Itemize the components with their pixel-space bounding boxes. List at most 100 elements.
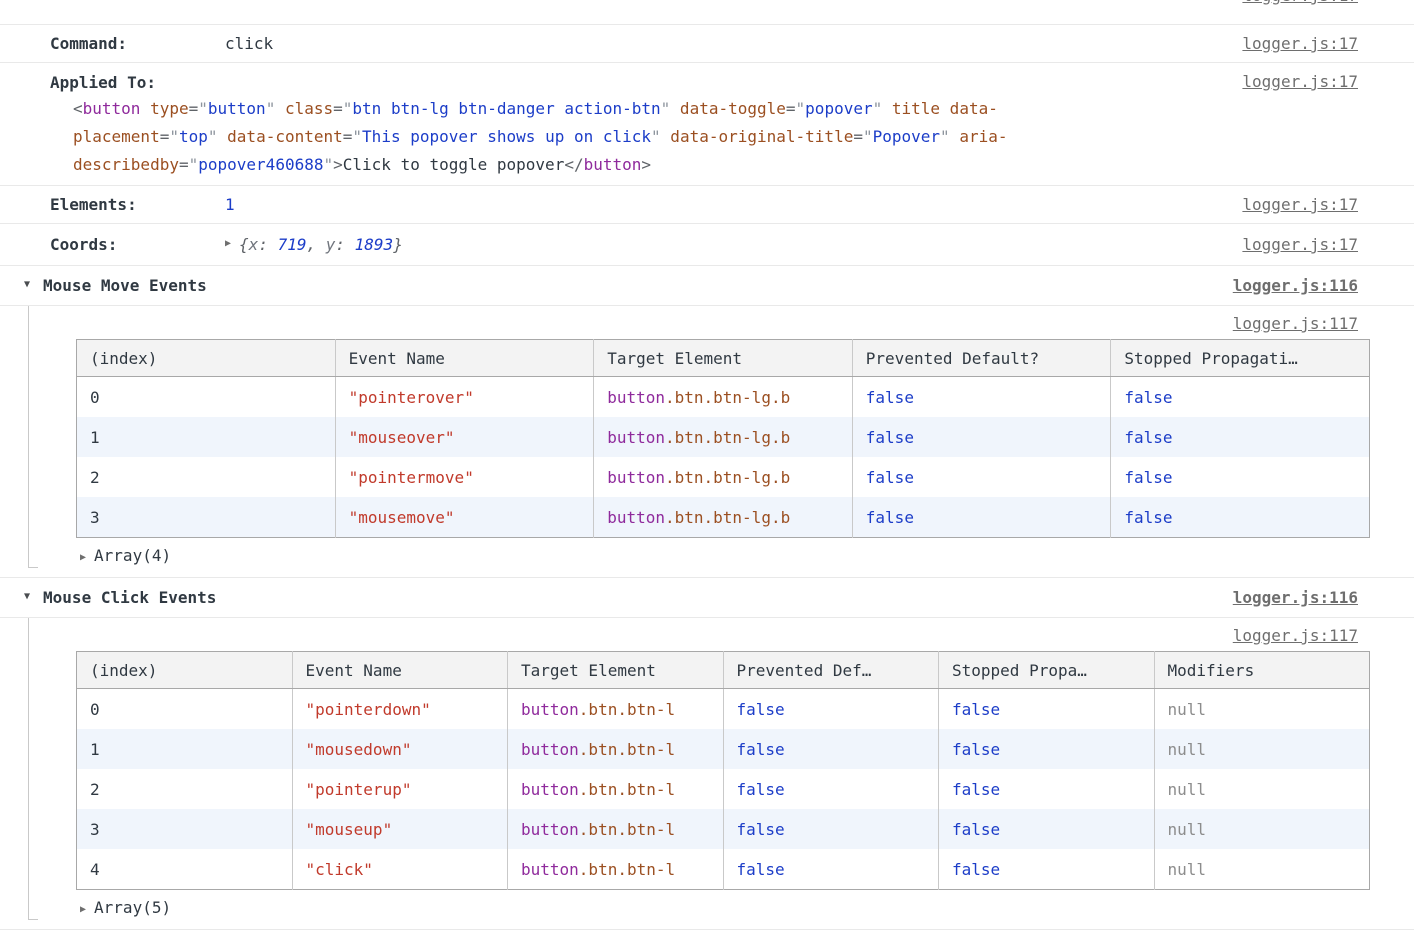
- column-header[interactable]: Target Element: [594, 340, 853, 377]
- element-classes: .btn.btn-l: [579, 780, 675, 799]
- source-link[interactable]: logger.js:117: [1233, 626, 1358, 645]
- column-header[interactable]: Prevented Def…: [723, 652, 939, 689]
- code-token: ": [873, 99, 883, 118]
- source-link[interactable]: logger.js:17: [1242, 194, 1358, 215]
- element-classes: .btn.btn-l: [579, 740, 675, 759]
- source-link[interactable]: logger.js:117: [1233, 314, 1358, 333]
- array-preview[interactable]: ▶ Array(5): [0, 890, 1414, 929]
- code-token: button: [208, 99, 266, 118]
- column-header[interactable]: Event Name: [335, 340, 594, 377]
- code-token: button: [584, 155, 642, 174]
- group-content-mouse-move: logger.js:117 (index)Event NameTarget El…: [0, 306, 1414, 578]
- element-tag: button: [607, 508, 665, 527]
- table-row: 2"pointermove"button.btn.btn-lg.bfalsefa…: [77, 457, 1370, 497]
- table-cell: null: [1154, 849, 1370, 890]
- elements-label: Elements:: [50, 194, 225, 215]
- array-preview-label: Array(5): [94, 898, 171, 917]
- table-cell: false: [939, 809, 1155, 849]
- cell-value: "pointermove": [349, 468, 474, 487]
- table-header-row: (index)Event NameTarget ElementPrevented…: [77, 652, 1370, 689]
- column-header[interactable]: (index): [77, 340, 336, 377]
- table-cell: null: [1154, 769, 1370, 809]
- column-header[interactable]: Stopped Propa…: [939, 652, 1155, 689]
- table-cell: 1: [77, 729, 293, 769]
- table-cell: false: [1111, 457, 1370, 497]
- element-classes: .btn.btn-l: [579, 820, 675, 839]
- code-token: ,: [306, 235, 325, 254]
- cell-value: 1: [90, 740, 100, 759]
- element-classes: .btn.btn-lg.b: [665, 428, 790, 447]
- table-cell: null: [1154, 729, 1370, 769]
- mouse-click-events-table: (index)Event NameTarget ElementPrevented…: [76, 651, 1370, 890]
- table-row: 0"pointerdown"button.btn.btn-lfalsefalse…: [77, 689, 1370, 730]
- table-cell: false: [723, 689, 939, 730]
- source-link[interactable]: logger.js:17: [1242, 234, 1358, 255]
- cell-value: "pointerover": [349, 388, 474, 407]
- code-token: :: [335, 235, 354, 254]
- source-link[interactable]: logger.js:116: [1233, 275, 1358, 296]
- column-header[interactable]: Stopped Propagati…: [1111, 340, 1370, 377]
- array-preview[interactable]: ▶ Array(4): [0, 538, 1414, 577]
- html-element-source[interactable]: <button type="button" class="btn btn-lg …: [73, 95, 1242, 179]
- code-token: =: [786, 99, 796, 118]
- group-header-mouse-move-events[interactable]: ▼ Mouse Move Events logger.js:116: [0, 266, 1414, 306]
- console-entry-elements: Elements: 1 logger.js:17: [0, 186, 1414, 224]
- cell-value: 3: [90, 820, 100, 839]
- table-cell: "mouseover": [335, 417, 594, 457]
- code-token: =: [333, 99, 343, 118]
- disclosure-triangle-icon[interactable]: ▶: [225, 233, 231, 254]
- element-classes: .btn.btn-l: [579, 700, 675, 719]
- table-cell: button.btn.btn-l: [508, 689, 724, 730]
- table-cell: 3: [77, 497, 336, 538]
- code-token: ": [189, 155, 199, 174]
- group-collapse-icon[interactable]: ▼: [24, 274, 30, 295]
- code-token: ": [343, 99, 353, 118]
- cell-value: "click": [306, 860, 373, 879]
- group-collapse-icon[interactable]: ▼: [24, 586, 30, 607]
- table-cell: 3: [77, 809, 293, 849]
- array-preview-label: Array(4): [94, 546, 171, 565]
- code-token: ": [796, 99, 806, 118]
- code-token: :: [258, 235, 277, 254]
- table-cell: false: [852, 457, 1111, 497]
- column-header[interactable]: Prevented Default?: [852, 340, 1111, 377]
- group-header-mouse-click-events[interactable]: ▼ Mouse Click Events logger.js:116: [0, 578, 1414, 618]
- cell-value: 4: [90, 860, 100, 879]
- cell-value: false: [737, 820, 785, 839]
- cell-value: false: [866, 428, 914, 447]
- code-token: =: [189, 99, 199, 118]
- cell-value: false: [737, 740, 785, 759]
- table-cell: button.btn.btn-lg.b: [594, 417, 853, 457]
- source-link[interactable]: logger.js:17: [1242, 71, 1358, 92]
- column-header[interactable]: Event Name: [292, 652, 508, 689]
- disclosure-triangle-icon[interactable]: ▶: [80, 547, 86, 568]
- cell-value: 2: [90, 780, 100, 799]
- table-cell: "mousedown": [292, 729, 508, 769]
- coords-object-preview[interactable]: {x: 719, y: 1893}: [239, 234, 403, 255]
- coords-label: Coords:: [50, 234, 225, 255]
- cell-value: "mousedown": [306, 740, 412, 759]
- cell-value: false: [1124, 388, 1172, 407]
- element-tag: button: [607, 468, 665, 487]
- code-token: ": [651, 127, 661, 146]
- code-token: ": [940, 127, 950, 146]
- code-token: data-content: [218, 127, 343, 146]
- column-header[interactable]: Target Element: [508, 652, 724, 689]
- table-row: 1"mouseover"button.btn.btn-lg.bfalsefals…: [77, 417, 1370, 457]
- source-link[interactable]: logger.js:17: [1242, 33, 1358, 54]
- code-token: data-original-title: [661, 127, 854, 146]
- cell-value: 0: [90, 700, 100, 719]
- group-indent-line: [28, 618, 29, 920]
- code-token: >: [333, 155, 343, 174]
- source-link[interactable]: logger.js:17: [1242, 0, 1358, 6]
- disclosure-triangle-icon[interactable]: ▶: [80, 899, 86, 920]
- code-token: class: [275, 99, 333, 118]
- column-header[interactable]: Modifiers: [1154, 652, 1370, 689]
- code-token: ": [169, 127, 179, 146]
- cell-value: false: [737, 700, 785, 719]
- code-token: popover460688: [198, 155, 323, 174]
- column-header[interactable]: (index): [77, 652, 293, 689]
- source-link[interactable]: logger.js:116: [1233, 587, 1358, 608]
- table-cell: 2: [77, 769, 293, 809]
- element-classes: .btn.btn-lg.b: [665, 468, 790, 487]
